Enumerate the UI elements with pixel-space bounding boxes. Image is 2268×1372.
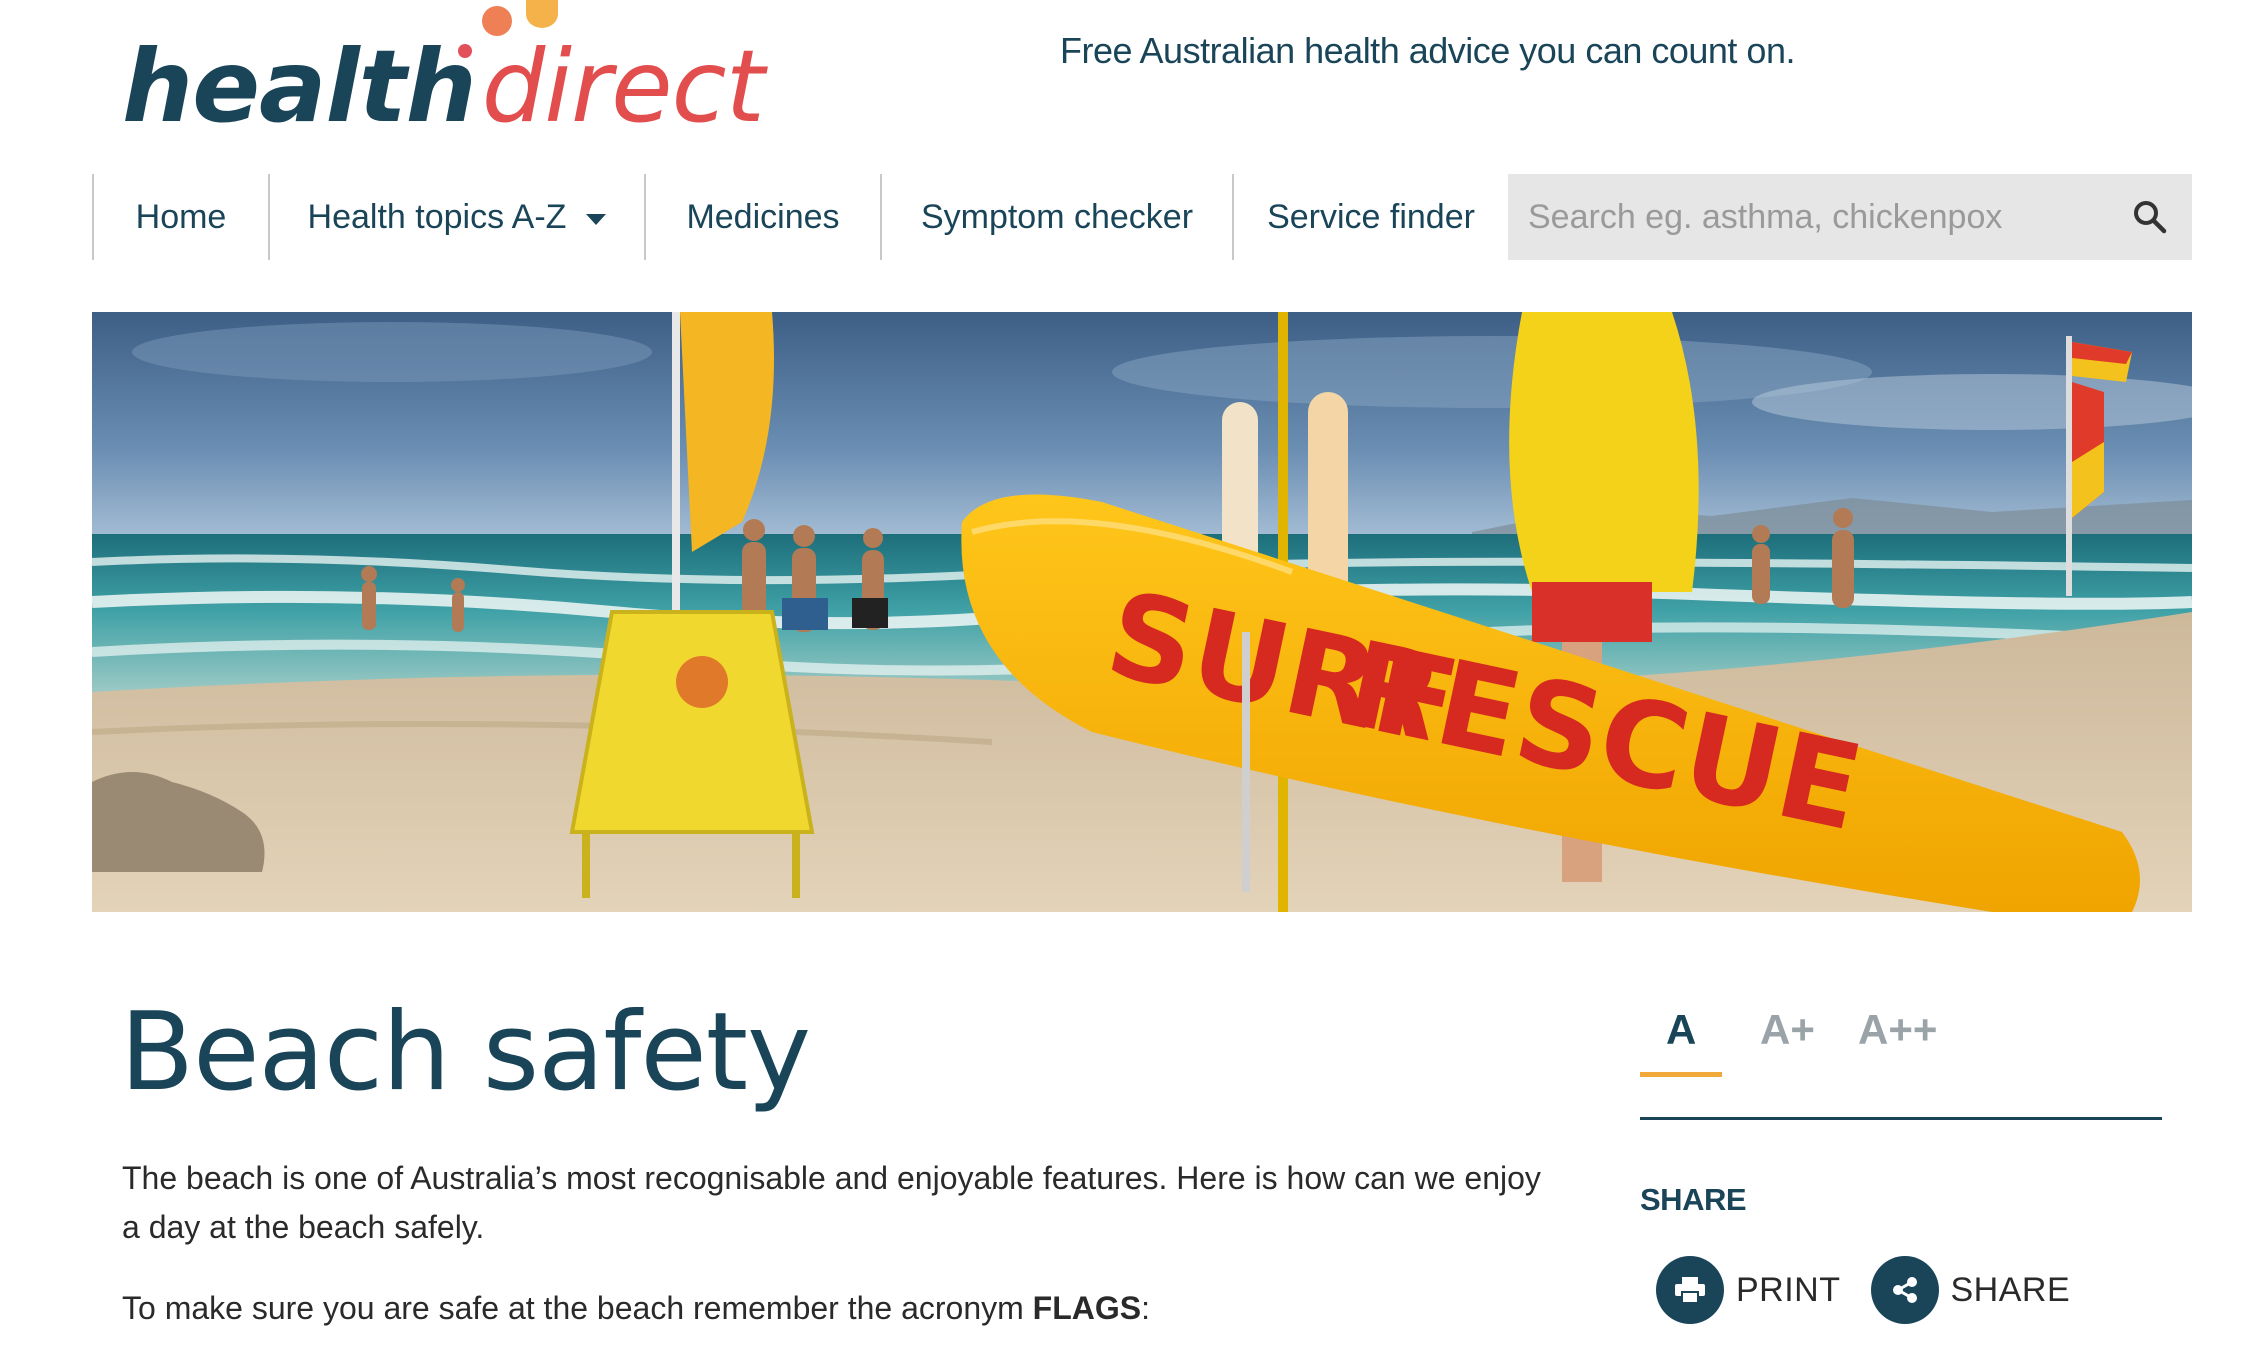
- font-size-a-button[interactable]: A: [1666, 1006, 1696, 1054]
- logo-dot: [526, 0, 558, 28]
- print-icon: [1656, 1256, 1724, 1324]
- search-input[interactable]: [1508, 174, 2108, 260]
- logo-wordmark: healthdirect: [122, 28, 765, 145]
- nav-item-label: Service finder: [1267, 197, 1475, 236]
- nav-item-service-finder[interactable]: Service finder: [1232, 174, 1508, 260]
- nav-item-label: Home: [135, 197, 227, 236]
- tagline: Free Australian health advice you can co…: [1060, 30, 1795, 71]
- search-bar: [1508, 174, 2192, 260]
- share-heading: SHARE: [1640, 1182, 1747, 1217]
- logo-health: health: [122, 28, 477, 145]
- nav-item-home[interactable]: Home: [92, 174, 268, 260]
- intro-paragraph: The beach is one of Australia’s most rec…: [122, 1160, 1541, 1245]
- nav-item-label: Medicines: [686, 197, 840, 236]
- caret-down-icon: [586, 213, 607, 225]
- nav-item-health-topics[interactable]: Health topics A-Z: [268, 174, 644, 260]
- share-button[interactable]: SHARE: [1870, 1256, 2071, 1324]
- share-icon: [1870, 1256, 1939, 1324]
- flags-acronym: FLAGS: [1032, 1290, 1142, 1326]
- page-title: Beach safety: [120, 990, 811, 1115]
- font-size-selector: A A+ A++: [1640, 1000, 2162, 1120]
- print-label: PRINT: [1736, 1270, 1841, 1309]
- print-button[interactable]: PRINT: [1656, 1256, 1841, 1324]
- flags-suffix: :: [1141, 1290, 1150, 1326]
- search-button[interactable]: [2108, 174, 2192, 260]
- font-size-a-plus-plus-button[interactable]: A++: [1858, 1006, 1937, 1054]
- font-size-active-indicator: [1640, 1072, 1722, 1077]
- flags-paragraph: To make sure you are safe at the beach r…: [122, 1290, 1150, 1327]
- search-icon: [2134, 201, 2167, 234]
- flags-prefix: To make sure you are safe at the beach r…: [122, 1290, 1033, 1326]
- nav-item-label: Symptom checker: [920, 197, 1194, 236]
- share-label: SHARE: [1950, 1270, 2071, 1309]
- hero-image: SURF RESCUE: [92, 312, 2192, 912]
- logo-direct: direct: [481, 28, 765, 145]
- font-size-a-plus-button[interactable]: A+: [1760, 1006, 1815, 1054]
- share-actions: PRINT SHARE: [1656, 1256, 2100, 1324]
- nav-item-symptom-checker[interactable]: Symptom checker: [880, 174, 1232, 260]
- nav-item-label: Health topics A-Z: [307, 197, 567, 236]
- main-nav: Home Health topics A-Z Medicines Symptom…: [92, 174, 1508, 260]
- healthdirect-logo[interactable]: healthdirect: [122, 0, 765, 145]
- nav-item-medicines[interactable]: Medicines: [644, 174, 880, 260]
